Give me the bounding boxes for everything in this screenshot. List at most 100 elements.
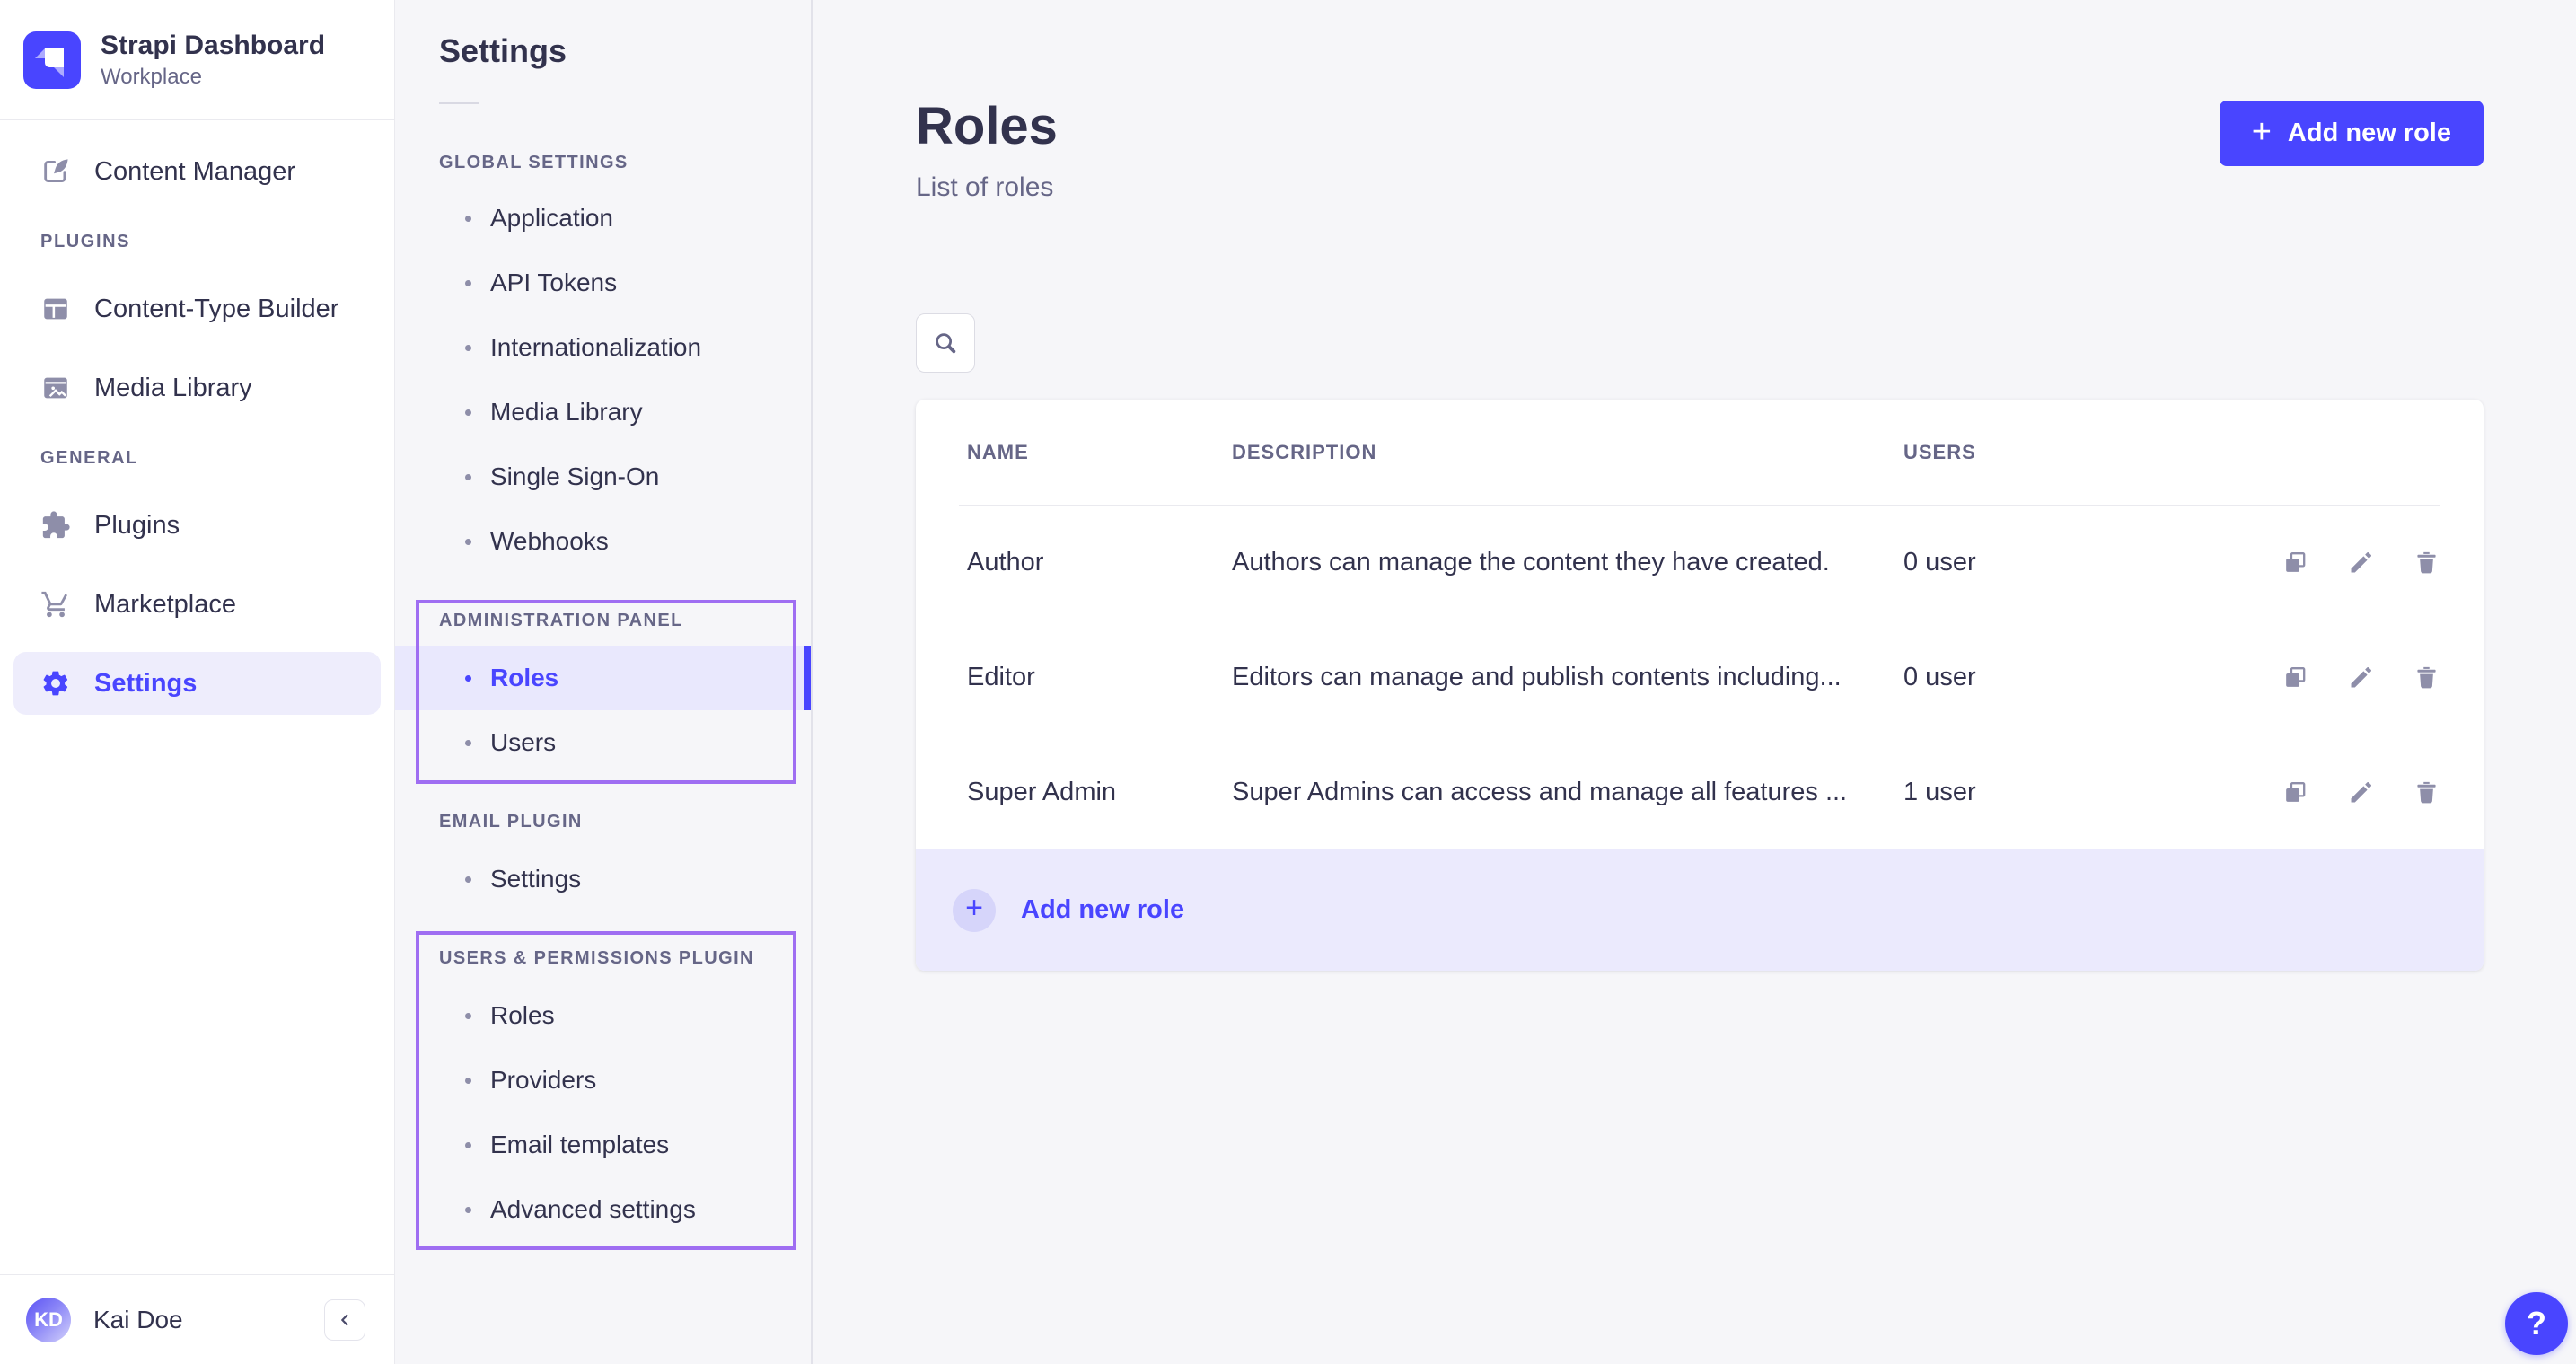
search-button[interactable] xyxy=(916,313,975,373)
column-header-users: USERS xyxy=(1903,441,2243,464)
subnav-item-label: Single Sign-On xyxy=(490,462,659,491)
avatar[interactable]: KD xyxy=(26,1298,71,1342)
bullet-icon xyxy=(465,216,471,222)
content-manager-icon xyxy=(40,156,71,187)
plus-icon: + xyxy=(2252,115,2272,149)
sidebar-footer: KD Kai Doe xyxy=(0,1274,394,1364)
subnav-item-label: Settings xyxy=(490,865,581,893)
add-new-role-button[interactable]: + Add new role xyxy=(2220,101,2484,166)
bullet-icon xyxy=(465,740,471,746)
edit-pencil-icon xyxy=(2347,664,2375,691)
subnav-title: Settings xyxy=(395,0,811,70)
page-heading-block: Roles List of roles xyxy=(916,101,1058,203)
subnav-item-up-providers[interactable]: Providers xyxy=(395,1048,811,1113)
add-new-role-row[interactable]: + Add new role xyxy=(916,849,2484,971)
settings-gear-icon xyxy=(40,668,71,699)
table-row-editor[interactable]: Editor Editors can manage and publish co… xyxy=(916,620,2484,735)
edit-pencil-icon xyxy=(2347,779,2375,806)
bullet-icon xyxy=(465,675,471,682)
subnav-section-users-permissions-plugin: USERS & PERMISSIONS PLUGIN xyxy=(395,947,811,969)
media-library-icon xyxy=(40,373,71,403)
brand-block[interactable]: Strapi Dashboard Workplace xyxy=(0,0,394,120)
add-new-role-row-label: Add new role xyxy=(1021,895,1184,925)
subnav-item-up-advanced-settings[interactable]: Advanced settings xyxy=(395,1177,811,1242)
subnav-item-up-roles[interactable]: Roles xyxy=(395,983,811,1048)
duplicate-icon xyxy=(2281,664,2309,691)
edit-pencil-icon xyxy=(2347,549,2375,576)
subnav-item-label: API Tokens xyxy=(490,268,617,297)
main-content: Roles List of roles + Add new role NAME … xyxy=(813,0,2576,1364)
bullet-icon xyxy=(465,280,471,286)
subnav-item-label: Roles xyxy=(490,1001,555,1030)
delete-trash-icon xyxy=(2413,664,2440,691)
sidebar-item-marketplace[interactable]: Marketplace xyxy=(13,573,381,636)
plugins-icon xyxy=(40,510,71,541)
row-actions xyxy=(2243,779,2440,806)
bullet-icon xyxy=(465,474,471,480)
subnav-item-label: Application xyxy=(490,204,613,233)
delete-trash-icon xyxy=(2413,779,2440,806)
page-subtitle: List of roles xyxy=(916,172,1058,203)
help-button[interactable]: ? xyxy=(2505,1292,2568,1355)
subnav-item-api-tokens[interactable]: API Tokens xyxy=(395,251,811,315)
delete-button[interactable] xyxy=(2413,664,2440,691)
subnav-item-admin-users[interactable]: Users xyxy=(395,710,811,775)
delete-button[interactable] xyxy=(2413,779,2440,806)
table-row-author[interactable]: Author Authors can manage the content th… xyxy=(916,505,2484,620)
subnav-item-label: Users xyxy=(490,728,556,757)
sidebar-item-plugins[interactable]: Plugins xyxy=(13,494,381,557)
marketplace-icon xyxy=(40,589,71,620)
strapi-logo-icon xyxy=(23,31,81,89)
subnav-item-label: Webhooks xyxy=(490,527,609,556)
roles-table-card: NAME DESCRIPTION USERS Author Authors ca… xyxy=(916,400,2484,971)
role-users-count: 1 user xyxy=(1903,778,2243,807)
role-name: Editor xyxy=(967,663,1232,692)
subnav-item-label: Email templates xyxy=(490,1131,669,1159)
subnav-item-application[interactable]: Application xyxy=(395,186,811,251)
main-sidebar: Strapi Dashboard Workplace Content Manag… xyxy=(0,0,395,1364)
subnav-item-internationalization[interactable]: Internationalization xyxy=(395,315,811,380)
settings-subnav: Settings GLOBAL SETTINGS Application API… xyxy=(395,0,813,1364)
role-description: Editors can manage and publish contents … xyxy=(1232,663,1903,692)
sidebar-item-content-manager[interactable]: Content Manager xyxy=(13,140,381,203)
collapse-chevron-icon xyxy=(335,1310,355,1330)
collapse-sidebar-button[interactable] xyxy=(324,1299,365,1341)
subnav-item-label: Providers xyxy=(490,1066,596,1095)
sidebar-section-general: GENERAL xyxy=(40,448,394,469)
column-header-description: DESCRIPTION xyxy=(1232,441,1903,464)
content-type-builder-icon xyxy=(40,294,71,324)
role-name: Author xyxy=(967,548,1232,577)
subnav-title-divider xyxy=(439,102,479,104)
edit-button[interactable] xyxy=(2347,664,2375,691)
subnav-item-email-settings[interactable]: Settings xyxy=(395,847,811,911)
duplicate-button[interactable] xyxy=(2281,779,2309,806)
sidebar-item-label: Content Manager xyxy=(94,157,295,187)
delete-trash-icon xyxy=(2413,549,2440,576)
table-header: NAME DESCRIPTION USERS xyxy=(916,400,2484,505)
plus-icon: + xyxy=(953,889,996,932)
subnav-item-up-email-templates[interactable]: Email templates xyxy=(395,1113,811,1177)
subnav-item-media-library[interactable]: Media Library xyxy=(395,380,811,444)
edit-button[interactable] xyxy=(2347,779,2375,806)
edit-button[interactable] xyxy=(2347,549,2375,576)
user-name: Kai Doe xyxy=(93,1306,183,1334)
sidebar-item-label: Media Library xyxy=(94,374,252,403)
delete-button[interactable] xyxy=(2413,549,2440,576)
role-name: Super Admin xyxy=(967,778,1232,807)
duplicate-icon xyxy=(2281,549,2309,576)
subnav-item-label: Advanced settings xyxy=(490,1195,696,1224)
duplicate-button[interactable] xyxy=(2281,549,2309,576)
subnav-item-label: Roles xyxy=(490,664,558,692)
sidebar-item-media-library[interactable]: Media Library xyxy=(13,356,381,419)
subnav-item-single-sign-on[interactable]: Single Sign-On xyxy=(395,444,811,509)
sidebar-item-label: Settings xyxy=(94,669,197,699)
sidebar-item-settings[interactable]: Settings xyxy=(13,652,381,715)
role-users-count: 0 user xyxy=(1903,663,2243,692)
subnav-item-webhooks[interactable]: Webhooks xyxy=(395,509,811,574)
column-header-name: NAME xyxy=(967,441,1232,464)
duplicate-button[interactable] xyxy=(2281,664,2309,691)
sidebar-item-content-type-builder[interactable]: Content-Type Builder xyxy=(13,277,381,340)
subnav-item-admin-roles[interactable]: Roles xyxy=(395,646,811,710)
subnav-section-email-plugin: EMAIL PLUGIN xyxy=(395,811,811,832)
table-row-super-admin[interactable]: Super Admin Super Admins can access and … xyxy=(916,735,2484,849)
